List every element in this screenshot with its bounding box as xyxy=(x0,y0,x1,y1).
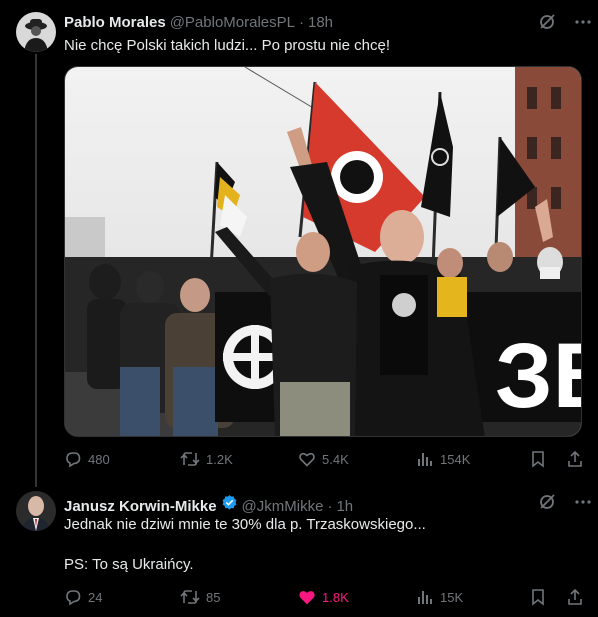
retweet-icon xyxy=(180,590,200,604)
display-name[interactable]: Janusz Korwin-Mikke xyxy=(64,498,217,515)
banner-text: ЗВ xyxy=(495,325,582,427)
like-count: 5.4K xyxy=(322,451,349,467)
tweet-text-line-2: PS: To są Ukraińcy. xyxy=(64,556,194,573)
reply-icon xyxy=(66,452,81,468)
retweet-button[interactable]: 1.2K xyxy=(180,450,298,468)
reply-button[interactable]: 24 xyxy=(64,588,180,606)
retweet-icon xyxy=(180,452,200,466)
tweet-header: Pablo Morales @PabloMoralesPL · 18h xyxy=(64,14,333,31)
like-button-active[interactable]: 1.8K xyxy=(298,588,416,606)
tweet-header: Janusz Korwin-Mikke @JkmMikke · 1h xyxy=(64,494,353,515)
views-count: 15K xyxy=(440,589,464,605)
more-icon[interactable] xyxy=(574,493,592,511)
views-button[interactable]: 15K xyxy=(416,588,516,606)
tweet-actions-bar: 480 1.2K 5.4K 154K xyxy=(64,449,584,469)
like-button[interactable]: 5.4K xyxy=(298,450,416,468)
reply-button[interactable]: 480 xyxy=(64,450,180,468)
protest-photo-image: ЗВ xyxy=(65,67,582,436)
retweet-button[interactable]: 85 xyxy=(180,588,298,606)
separator-dot: · xyxy=(327,498,333,515)
share-icon[interactable] xyxy=(566,450,584,468)
tweet-top-actions xyxy=(538,493,592,511)
timeline: Pablo Morales @PabloMoralesPL · 18h Nie … xyxy=(0,0,598,617)
views-icon xyxy=(418,591,432,604)
verified-badge-icon xyxy=(222,495,236,510)
tweet-media-photo[interactable]: ЗВ xyxy=(64,66,582,437)
reply-icon xyxy=(66,590,81,606)
tweet-secondary-actions xyxy=(530,588,584,606)
tweet-top-actions xyxy=(538,13,592,31)
display-name[interactable]: Pablo Morales xyxy=(64,14,166,31)
reply-count: 480 xyxy=(88,451,110,467)
avatar-pablo-morales[interactable] xyxy=(16,12,56,52)
views-button[interactable]: 154K xyxy=(416,450,516,468)
like-icon-filled xyxy=(299,591,315,605)
retweet-count: 1.2K xyxy=(206,451,233,467)
like-count: 1.8K xyxy=(322,589,349,605)
user-handle[interactable]: @PabloMoralesPL xyxy=(170,14,295,31)
bookmark-icon[interactable] xyxy=(530,588,546,606)
separator-dot: · xyxy=(299,14,304,31)
tweet-text-line-1: Jednak nie dziwi mnie te 30% dla p. Trza… xyxy=(64,516,426,533)
reply-count: 24 xyxy=(88,589,103,605)
tweet-secondary-actions xyxy=(530,450,584,468)
user-handle[interactable]: @JkmMikke xyxy=(242,498,324,515)
thread-connector-line xyxy=(35,54,37,487)
bookmark-icon[interactable] xyxy=(530,450,546,468)
grok-icon[interactable] xyxy=(538,13,556,31)
views-icon xyxy=(418,453,432,466)
views-count: 154K xyxy=(440,451,471,467)
grok-icon[interactable] xyxy=(538,493,556,511)
tweet-actions-bar: 24 85 1.8K 15K xyxy=(64,587,584,607)
like-icon xyxy=(299,452,315,467)
share-icon[interactable] xyxy=(566,588,584,606)
retweet-count: 85 xyxy=(206,589,221,605)
tweet-timestamp[interactable]: 18h xyxy=(308,14,333,31)
more-icon[interactable] xyxy=(574,13,592,31)
tweet-timestamp[interactable]: 1h xyxy=(336,498,353,515)
tweet-text: Nie chcę Polski takich ludzi... Po prost… xyxy=(64,37,390,54)
avatar-janusz-korwin-mikke[interactable] xyxy=(16,491,56,531)
